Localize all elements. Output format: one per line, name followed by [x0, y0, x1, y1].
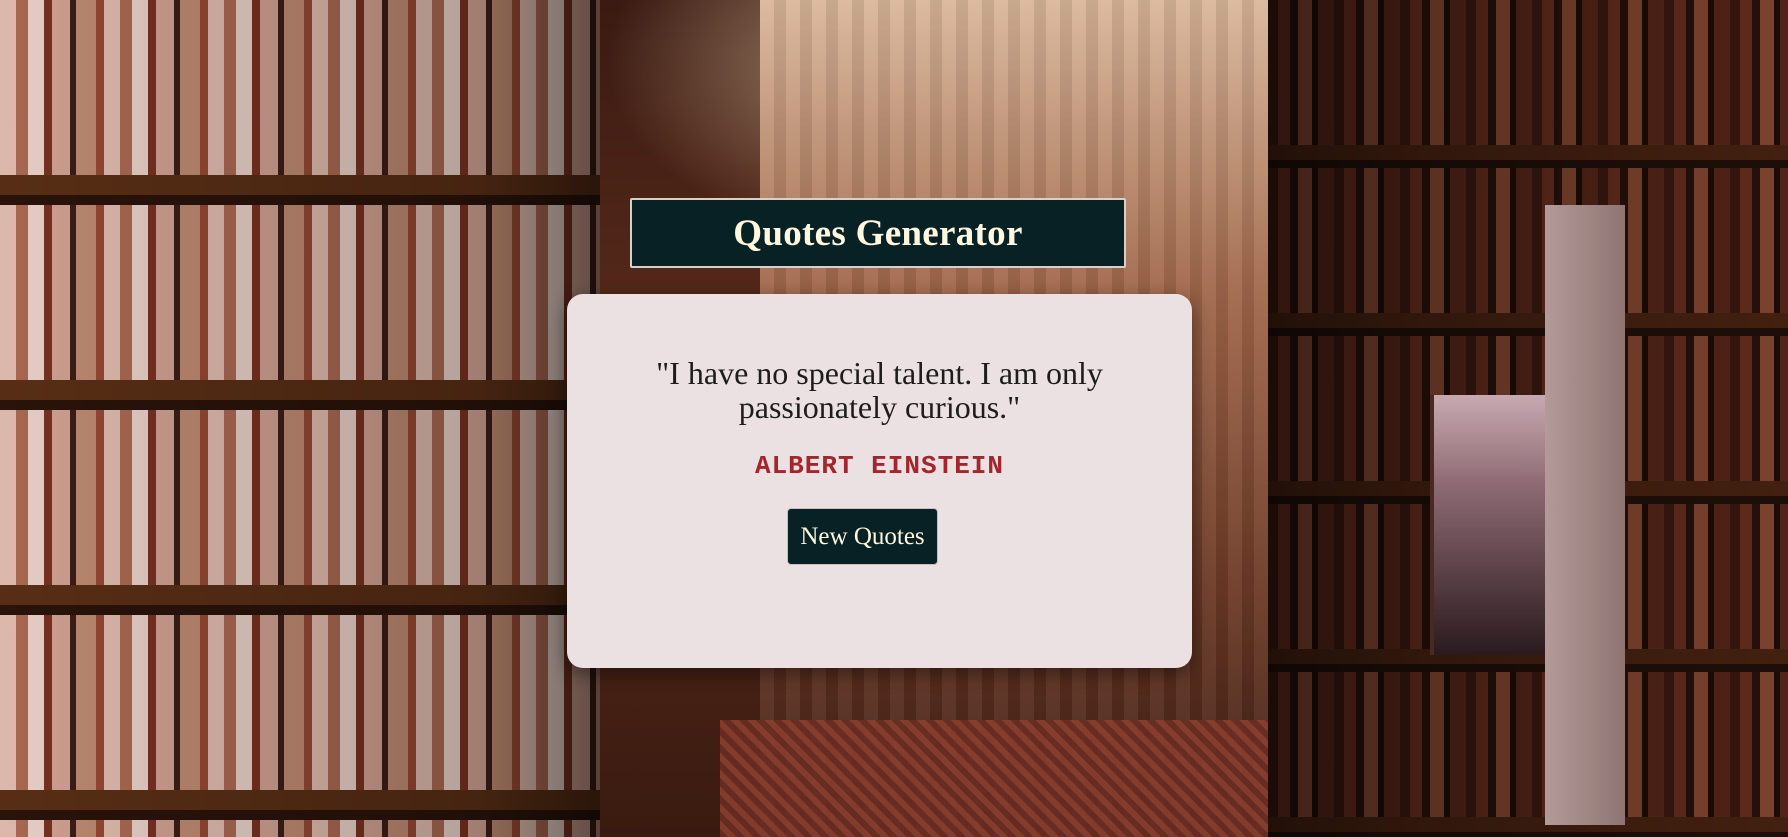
quote-author: ALBERT EINSTEIN: [754, 451, 1005, 481]
background-bookstand: [1545, 205, 1625, 825]
background-book-cover: [1430, 395, 1554, 655]
quote-card: "I have no special talent. I am only pas…: [567, 294, 1192, 668]
background-floor-rug: [720, 720, 1340, 837]
background-left-bookshelf: [0, 0, 600, 837]
app-title: Quotes Generator: [733, 212, 1023, 254]
new-quote-button[interactable]: New Quotes: [787, 508, 938, 565]
quote-text: "I have no special talent. I am only pas…: [656, 355, 1103, 425]
app-title-box: Quotes Generator: [630, 198, 1126, 268]
